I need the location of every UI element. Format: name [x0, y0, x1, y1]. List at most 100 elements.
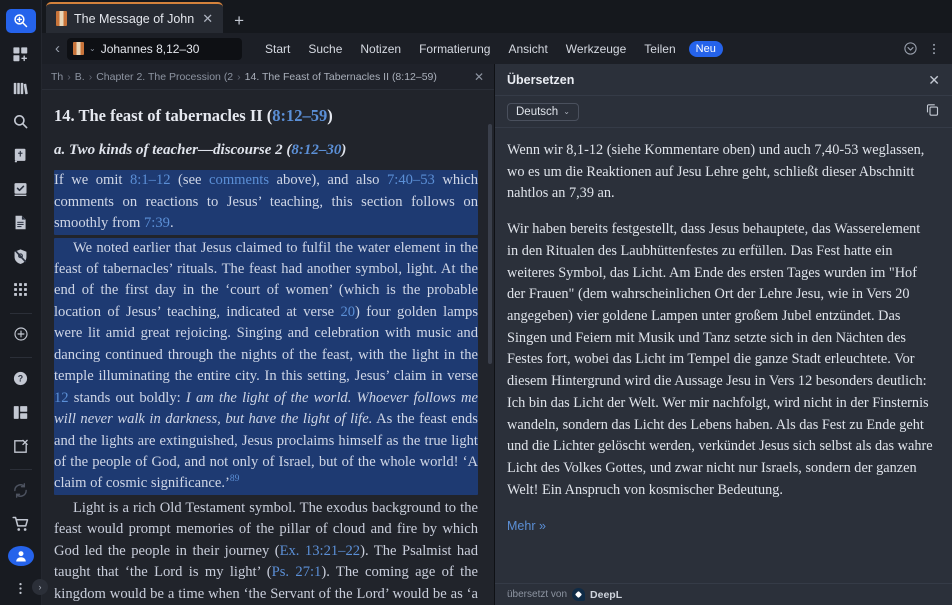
more-link[interactable]: Mehr »: [507, 519, 546, 533]
chevron-down-circle-icon[interactable]: [900, 39, 920, 59]
apps-grid-icon[interactable]: [6, 278, 36, 302]
close-icon[interactable]: ✕: [928, 73, 940, 87]
menu-neu-badge[interactable]: Neu: [688, 40, 723, 57]
body-text: .: [169, 215, 174, 232]
chevron-down-icon[interactable]: ⌄: [89, 44, 96, 53]
tab-title: The Message of John: [74, 11, 195, 26]
reader-body: 14. The feast of tabernacles II (8:12–59…: [42, 90, 494, 605]
more-vertical-icon[interactable]: [6, 576, 36, 600]
page-title: 14. The feast of tabernacles II (8:12–59…: [54, 106, 333, 125]
body-text: If we omit: [54, 172, 130, 189]
search-plus-icon[interactable]: [5, 9, 36, 33]
scripture-ref[interactable]: 7:39: [144, 215, 170, 231]
section-title: The feast of tabernacles II (: [78, 106, 273, 125]
menu-suche[interactable]: Suche: [299, 39, 351, 59]
svg-text:?: ?: [18, 374, 23, 384]
breadcrumb-separator: ›: [67, 70, 71, 83]
translate-panel: Übersetzen ✕ Deutsch ⌄ Wenn wir 8,1-12 (…: [495, 64, 952, 605]
add-layout-icon[interactable]: [6, 43, 36, 67]
new-tab-button[interactable]: +: [223, 12, 255, 33]
translated-paragraph: Wir haben bereits festgestellt, dass Jes…: [507, 221, 933, 498]
reader-paragraph[interactable]: We noted earlier that Jesus claimed to f…: [54, 237, 478, 495]
panel-title: Übersetzen: [507, 72, 575, 87]
breadcrumb-separator: ›: [237, 70, 241, 83]
menu-bar: Start Suche Notizen Formatierung Ansicht…: [256, 39, 723, 59]
copy-icon[interactable]: [925, 102, 940, 122]
scripture-ref[interactable]: 8:12–59: [272, 106, 327, 125]
reader-paragraph[interactable]: If we omit 8:1–12 (see comments above), …: [54, 170, 478, 235]
language-value: Deutsch: [516, 105, 559, 118]
scripture-ref[interactable]: 20: [340, 304, 355, 320]
location-value: Johannes 8,12–30: [100, 41, 200, 56]
rail-divider-3: [9, 468, 32, 470]
subsection-title: a. Two kinds of teacher—discourse 2 (8:1…: [54, 142, 347, 159]
reader-paragraph[interactable]: Light is a rich Old Testament symbol. Th…: [54, 498, 478, 605]
rail-expander-button[interactable]: ›: [32, 579, 48, 595]
menu-werkzeuge[interactable]: Werkzeuge: [557, 39, 635, 59]
menu-ansicht[interactable]: Ansicht: [499, 39, 556, 59]
close-icon[interactable]: ✕: [201, 10, 214, 27]
guides-icon[interactable]: [6, 244, 36, 268]
add-circle-icon[interactable]: [6, 323, 36, 347]
tab-the-message-of-john[interactable]: The Message of John ✕: [46, 2, 224, 33]
translated-text: Wenn wir 8,1-12 (siehe Kommentare oben) …: [495, 128, 952, 583]
body-text: above), and also: [269, 172, 387, 189]
sync-icon[interactable]: [6, 479, 36, 503]
rail-divider-1: [9, 312, 32, 314]
rail-divider-2: [9, 357, 32, 358]
scripture-ref[interactable]: comments: [209, 172, 269, 188]
tab-strip: The Message of John ✕ +: [42, 0, 952, 33]
scripture-ref[interactable]: 8:12–30: [291, 142, 341, 158]
body-text: stands out boldly:: [68, 389, 186, 406]
breadcrumb-item-1[interactable]: B.: [75, 71, 85, 83]
left-rail: ?: [0, 0, 42, 605]
bible-icon[interactable]: [6, 144, 36, 168]
translate-panel-header: Übersetzen ✕: [495, 64, 952, 96]
translate-panel-controls: Deutsch ⌄: [495, 96, 952, 128]
tasks-icon[interactable]: [6, 177, 36, 201]
breadcrumb-item-0[interactable]: Th: [51, 71, 63, 83]
menu-notizen[interactable]: Notizen: [351, 39, 410, 59]
body-text: (see: [170, 172, 210, 189]
attribution-brand: DeepL: [590, 588, 623, 601]
book-icon: [56, 11, 67, 26]
content-split: Th › B. › Chapter 2. The Procession (2 ›…: [42, 64, 952, 605]
scripture-ref[interactable]: 7:40–53: [387, 172, 435, 188]
location-input[interactable]: ⌄ Johannes 8,12–30: [67, 37, 242, 60]
menu-formatierung[interactable]: Formatierung: [410, 39, 499, 59]
chevron-down-icon: ⌄: [563, 107, 570, 116]
panels-icon[interactable]: [6, 401, 36, 425]
breadcrumb-item-3[interactable]: 14. The Feast of Tabernacles II (8:12–59…: [245, 71, 437, 83]
back-button[interactable]: ‹: [48, 41, 67, 56]
scripture-ref[interactable]: 8:1–12: [130, 172, 171, 188]
scripture-ref[interactable]: 12: [54, 390, 69, 406]
documents-icon[interactable]: [6, 211, 36, 235]
more-vertical-icon[interactable]: [924, 39, 944, 59]
app-window: ? The Message of John ✕ + ‹ ⌄ Johannes 8…: [0, 0, 952, 605]
deepl-logo-icon: [572, 588, 586, 601]
close-icon[interactable]: ✕: [466, 70, 492, 84]
breadcrumb-item-2[interactable]: Chapter 2. The Procession (2: [96, 71, 233, 83]
menu-start[interactable]: Start: [256, 39, 299, 59]
footnote-ref[interactable]: 89: [230, 475, 240, 485]
scripture-ref[interactable]: Ps. 27:1: [272, 564, 322, 580]
attribution-prefix: übersetzt von: [507, 589, 568, 600]
reader-paragraph-list: If we omit 8:1–12 (see comments above), …: [54, 170, 478, 605]
search-icon[interactable]: [6, 110, 36, 134]
translate-attribution: übersetzt von DeepL: [495, 583, 952, 605]
cart-icon[interactable]: [6, 512, 36, 536]
book-icon: [73, 42, 84, 55]
close-layout-icon[interactable]: [6, 434, 36, 458]
section-number: 14.: [54, 106, 79, 125]
breadcrumb-separator: ›: [88, 70, 93, 83]
menu-teilen[interactable]: Teilen: [635, 39, 684, 59]
avatar[interactable]: [7, 545, 34, 567]
scripture-ref[interactable]: Ex. 13:21–22: [280, 543, 360, 559]
toolbar: ‹ ⌄ Johannes 8,12–30 Start Suche Notizen…: [42, 33, 952, 64]
scrollbar[interactable]: [488, 124, 492, 364]
toolbar-right: [900, 39, 944, 59]
main-column: The Message of John ✕ + ‹ ⌄ Johannes 8,1…: [42, 0, 952, 605]
language-select[interactable]: Deutsch ⌄: [507, 102, 579, 121]
help-icon[interactable]: ?: [6, 367, 36, 391]
library-icon[interactable]: [6, 76, 36, 100]
